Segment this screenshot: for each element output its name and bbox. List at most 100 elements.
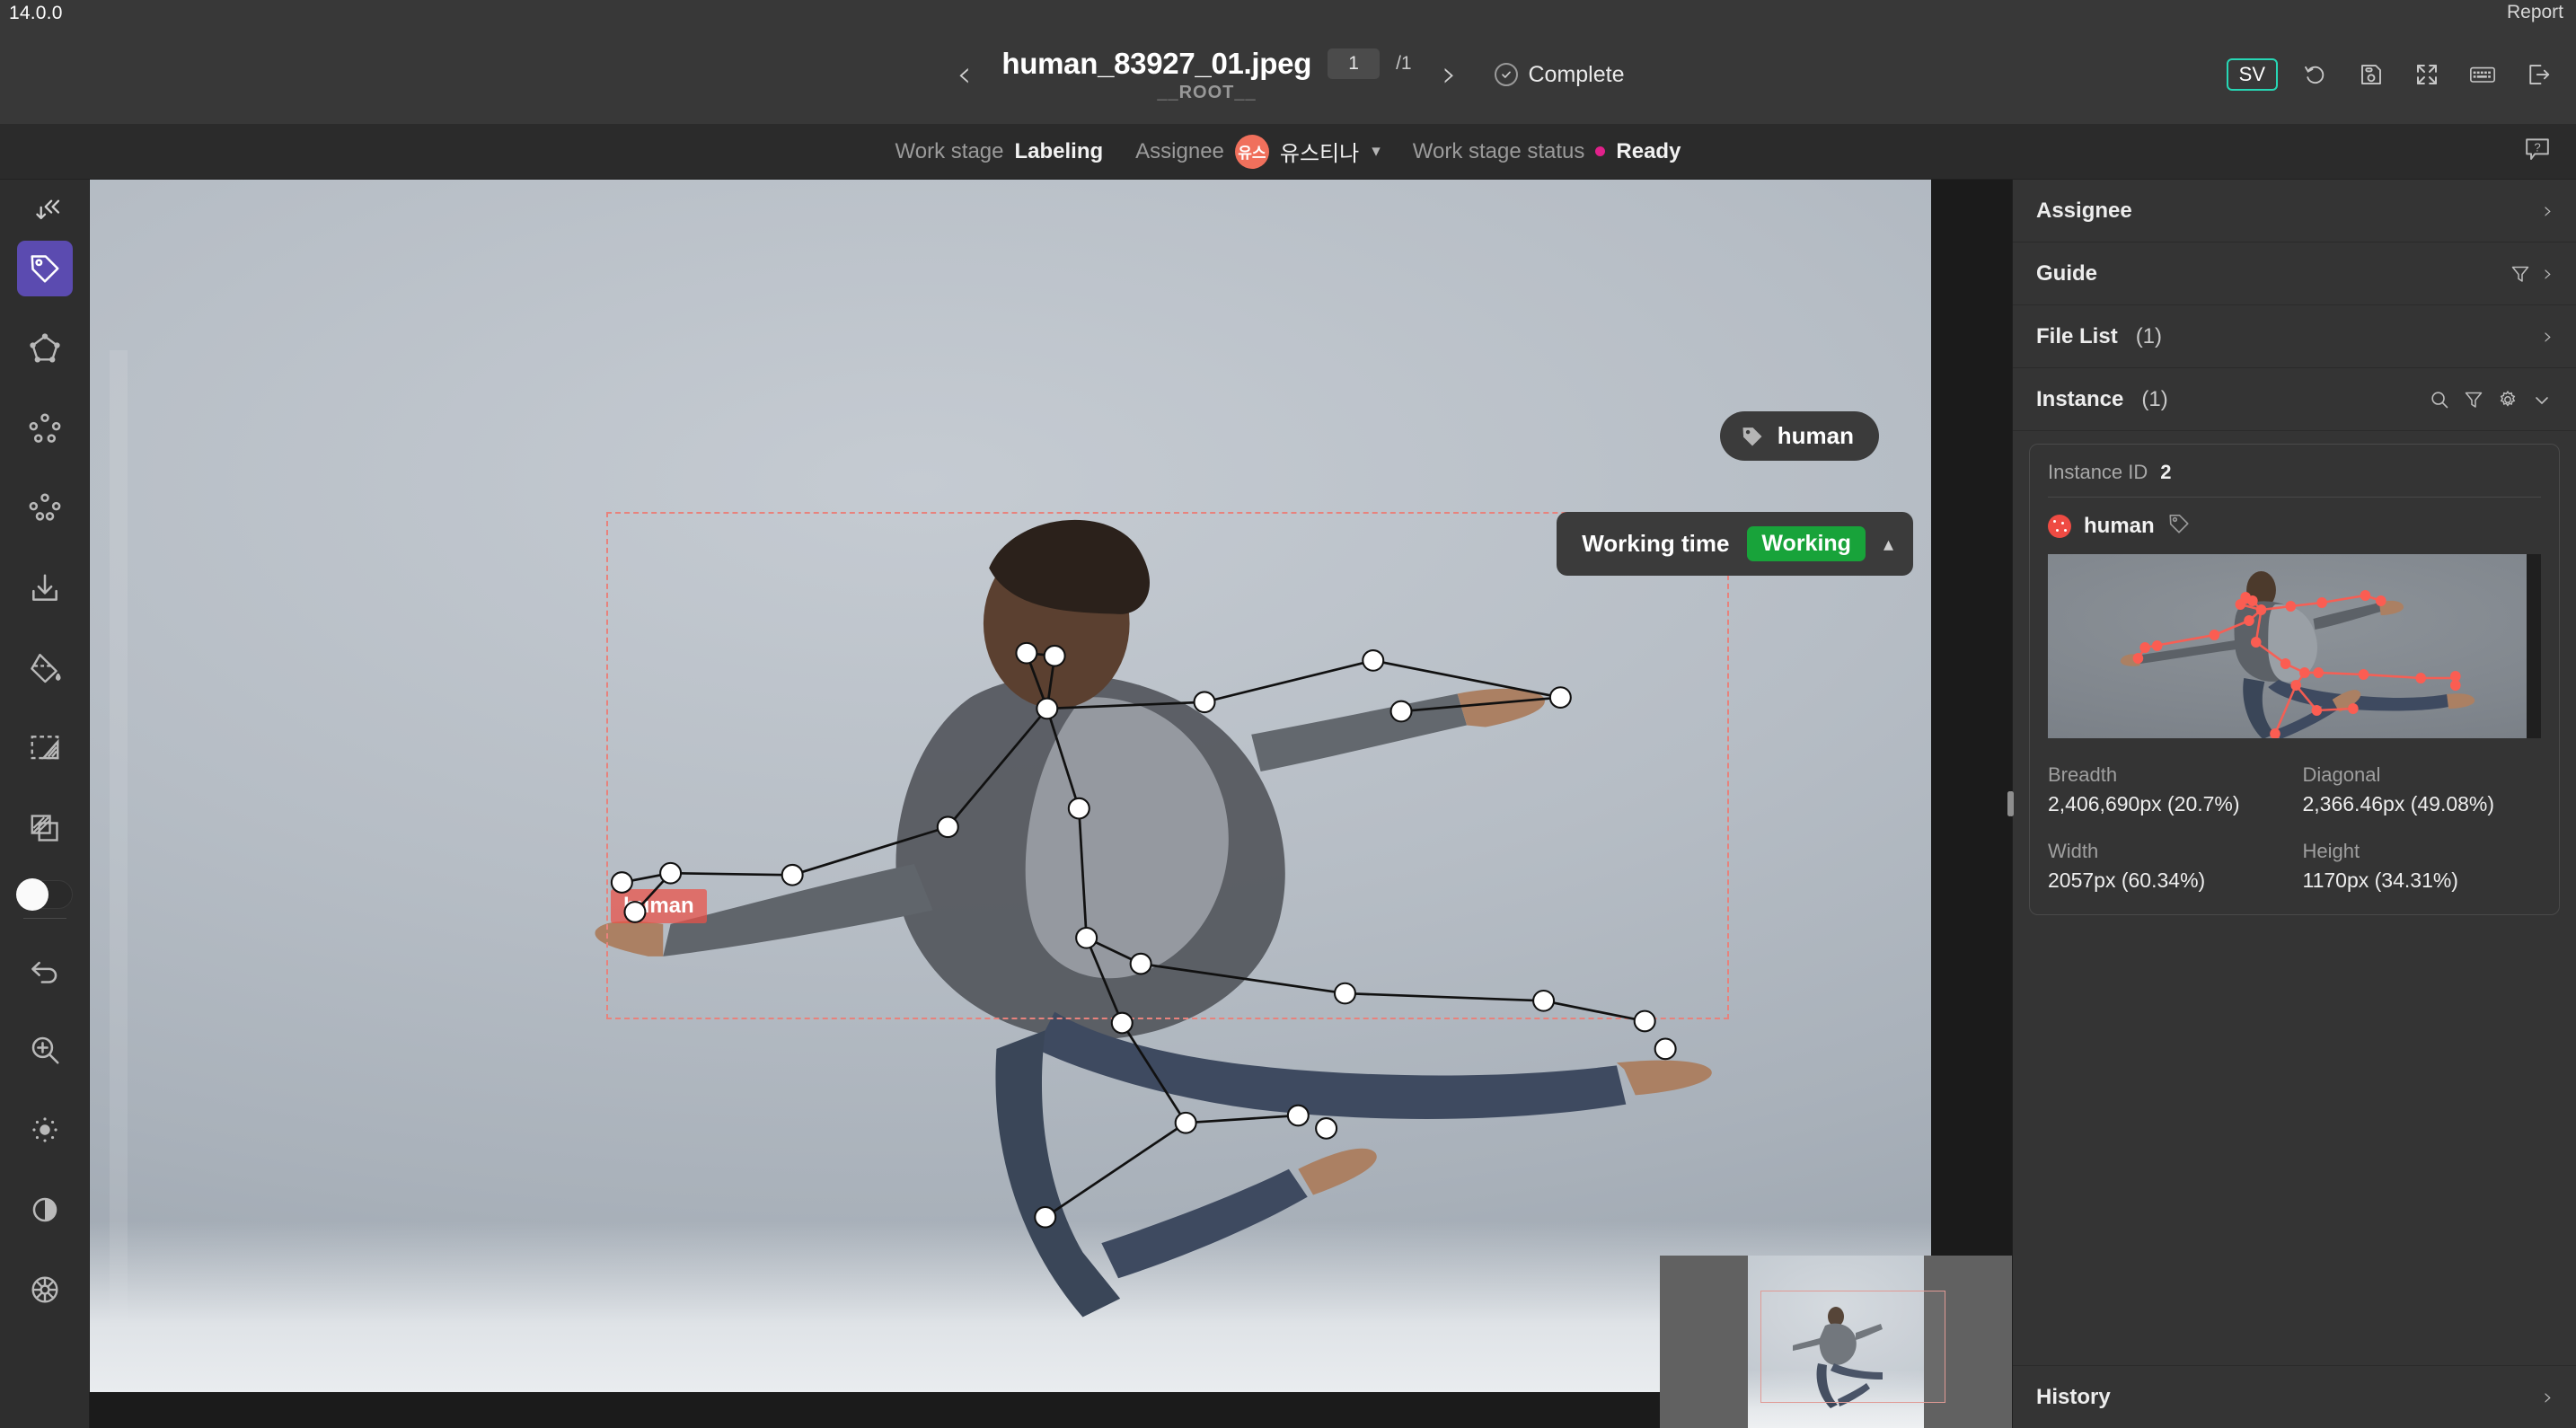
chevron-right-icon[interactable]: › [2544, 198, 2553, 225]
stat-breadth-value: 2,406,690px (20.7%) [2048, 792, 2240, 815]
complete-status[interactable]: Complete [1494, 61, 1625, 88]
stat-height: Height 1170px (34.31%) [2303, 840, 2542, 893]
main-header: ‹ human_83927_01.jpeg 1 /1 __ROOT__ › Co… [0, 25, 2576, 124]
annotation-label[interactable]: human [611, 889, 707, 923]
instance-thumbnail[interactable] [2048, 554, 2541, 738]
next-file-button[interactable]: › [1437, 57, 1462, 93]
keypoint-group-tool[interactable] [17, 480, 73, 536]
page-total-label: /1 [1396, 52, 1412, 74]
stat-diagonal: Diagonal 2,366.46px (49.08%) [2303, 763, 2542, 816]
section-file-list-title: File List [2036, 323, 2118, 348]
file-list-count: (1) [2135, 323, 2163, 348]
color-tool[interactable] [17, 1262, 73, 1318]
chevron-down-icon[interactable]: ▾ [1372, 141, 1381, 162]
search-icon[interactable] [2429, 389, 2450, 410]
report-link[interactable]: Report [2507, 2, 2563, 23]
zoom-tool[interactable] [17, 1022, 73, 1078]
filter-icon[interactable] [2510, 263, 2531, 285]
chevron-up-icon[interactable]: ▴ [1883, 533, 1893, 556]
chevron-down-icon[interactable] [2531, 389, 2553, 410]
stat-diagonal-value: 2,366.46px (49.08%) [2302, 792, 2495, 815]
sv-badge[interactable]: SV [2226, 57, 2278, 92]
contrast-tool[interactable] [17, 1182, 73, 1238]
instance-count: (1) [2141, 386, 2168, 411]
assignee-name: 유스티나 [1279, 142, 1360, 166]
image-canvas[interactable]: human human Working time Working ▴ [90, 180, 2012, 1428]
layers-tool[interactable] [17, 800, 73, 856]
stat-height-value: 1170px (34.31%) [2302, 868, 2458, 892]
instance-id-label: Instance ID [2048, 461, 2148, 483]
instance-card[interactable]: Instance ID 2 human Breadth 2,406,690px … [2029, 444, 2560, 915]
help-bubble-icon[interactable]: ? [2522, 135, 2553, 168]
tag-outline-icon[interactable] [2167, 512, 2191, 540]
exit-icon[interactable] [2520, 57, 2556, 93]
canvas-photo [90, 180, 1933, 1392]
status-badge: Ready [1616, 138, 1681, 163]
save-icon[interactable] [2353, 57, 2389, 93]
instance-id-row: Instance ID 2 [2048, 461, 2541, 498]
section-guide-title: Guide [2036, 260, 2098, 286]
filter-icon[interactable] [2463, 389, 2484, 410]
chevron-right-icon[interactable]: › [2544, 1384, 2553, 1411]
assignee-group[interactable]: Assignee 유스 유스티나 ▾ [1135, 134, 1381, 169]
fill-tool[interactable] [17, 640, 73, 696]
mask-select-tool[interactable] [17, 720, 73, 776]
collapse-double-left-icon[interactable] [20, 192, 70, 235]
toggle-knob [15, 878, 49, 911]
page-title: human_83927_01.jpeg [1001, 46, 1312, 80]
top-strip: 14.0.0 Report [0, 0, 2576, 25]
complete-label: Complete [1528, 61, 1625, 87]
fullscreen-icon[interactable] [2409, 57, 2445, 93]
class-chip-label: human [1777, 422, 1854, 449]
reload-icon[interactable] [2298, 57, 2333, 93]
section-history[interactable]: History › [2013, 1365, 2576, 1428]
minimap-viewport[interactable] [1760, 1291, 1945, 1403]
panel-bottom: History › [2013, 1365, 2576, 1428]
gear-icon[interactable] [2497, 389, 2519, 410]
mask-opacity-toggle[interactable] [15, 878, 73, 911]
page-number-input[interactable]: 1 [1328, 48, 1381, 79]
section-instance-title: Instance [2036, 386, 2124, 411]
toolbar-divider [22, 918, 66, 919]
chevron-right-icon[interactable]: › [2544, 260, 2553, 287]
instance-thumbnail-skeleton [2120, 571, 2475, 738]
instance-class-name: human [2084, 513, 2155, 538]
avatar: 유스 [1234, 134, 1269, 169]
right-panel: Assignee › Guide › File List (1) › Insta… [2009, 180, 2576, 1428]
stat-width-value: 2057px (60.34%) [2048, 868, 2206, 892]
import-tool[interactable] [17, 560, 73, 616]
work-stage-status-label: Work stage status [1412, 138, 1585, 163]
instance-class-row[interactable]: human [2048, 498, 2541, 554]
tag-tool[interactable] [16, 241, 73, 296]
keypoint-tool[interactable] [17, 401, 73, 456]
section-history-title: History [2036, 1384, 2111, 1409]
brightness-tool[interactable] [17, 1102, 73, 1158]
stat-width-label: Width [2048, 840, 2099, 862]
working-time-widget[interactable]: Working time Working ▴ [1557, 512, 1913, 576]
check-circle-icon [1494, 63, 1518, 86]
work-stage-value: Labeling [1014, 138, 1104, 163]
status-dot-icon [1595, 146, 1606, 156]
work-stage-status-group: Work stage status Ready [1413, 139, 1681, 164]
working-time-label: Working time [1582, 530, 1730, 557]
class-chip[interactable]: human [1719, 411, 1879, 461]
stat-height-label: Height [2302, 840, 2360, 862]
undo-tool[interactable] [17, 942, 73, 998]
section-assignee[interactable]: Assignee › [2013, 180, 2576, 242]
header-center: ‹ human_83927_01.jpeg 1 /1 __ROOT__ › Co… [952, 47, 1625, 103]
class-color-icon [2048, 514, 2071, 538]
polygon-tool[interactable] [17, 321, 73, 376]
section-file-list[interactable]: File List (1) › [2013, 305, 2576, 368]
minimap[interactable] [1660, 1256, 2012, 1428]
prev-file-button[interactable]: ‹ [952, 57, 977, 93]
right-panel-resize-grip[interactable] [2009, 791, 2014, 816]
work-stage-bar: Work stage Labeling Assignee 유스 유스티나 ▾ W… [0, 124, 2576, 180]
chevron-right-icon[interactable]: › [2544, 323, 2553, 350]
photo-light-band [110, 350, 128, 1392]
keyboard-icon[interactable] [2465, 57, 2501, 93]
left-toolbar [0, 180, 90, 1428]
section-instance[interactable]: Instance (1) [2013, 368, 2576, 431]
file-title-block: human_83927_01.jpeg 1 /1 __ROOT__ [1001, 47, 1414, 103]
annotation-workspace: 14.0.0 Report ‹ human_83927_01.jpeg 1 /1… [0, 0, 2576, 1428]
section-guide[interactable]: Guide › [2013, 242, 2576, 305]
